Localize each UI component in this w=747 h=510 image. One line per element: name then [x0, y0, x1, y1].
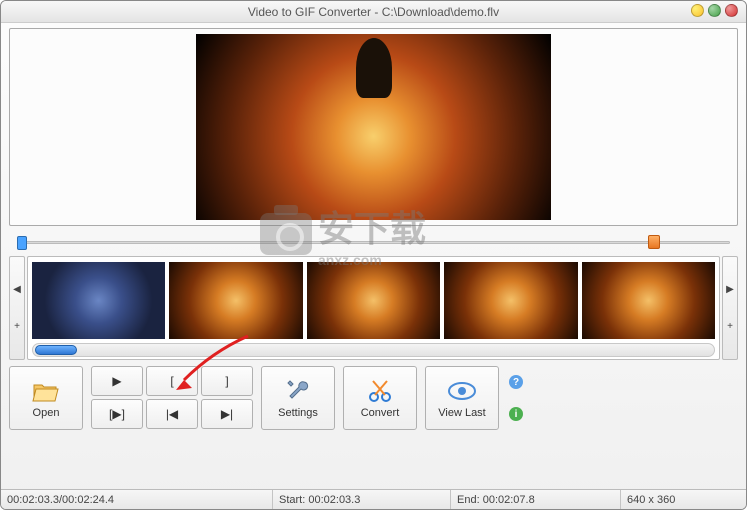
statusbar: 00:02:03.3/00:02:24.4 Start: 00:02:03.3 … [1, 489, 746, 509]
playback-controls: ▶ [ ] [▶] |◀ ▶| [91, 366, 253, 430]
convert-button[interactable]: Convert [343, 366, 417, 430]
chevron-right-icon: ▶ [726, 284, 734, 295]
help-button[interactable]: ? [509, 375, 523, 389]
window-title: Video to GIF Converter - C:\Download\dem… [248, 5, 499, 19]
thumbnail-2[interactable] [169, 262, 302, 339]
folder-open-icon [31, 377, 61, 405]
open-label: Open [33, 407, 60, 419]
info-button[interactable]: i [509, 407, 523, 421]
video-frame[interactable] [196, 34, 551, 220]
filmstrip [27, 256, 720, 360]
open-button[interactable]: Open [9, 366, 83, 430]
status-end: End: 00:02:07.8 [451, 490, 621, 509]
status-dimensions: 640 x 360 [621, 490, 746, 509]
content-area: ◀ + ▶ + [1, 23, 746, 489]
chevron-left-icon: ◀ [13, 284, 21, 295]
play-button[interactable]: ▶ [91, 366, 143, 396]
filmstrip-area: ◀ + ▶ + [9, 256, 738, 360]
timeline-slider[interactable] [13, 232, 734, 252]
thumbnail-4[interactable] [444, 262, 577, 339]
window-controls [691, 4, 738, 17]
slider-start-handle[interactable] [17, 236, 27, 250]
titlebar: Video to GIF Converter - C:\Download\dem… [1, 1, 746, 23]
thumbnail-3[interactable] [307, 262, 440, 339]
settings-label: Settings [278, 407, 318, 419]
plus-icon: + [727, 321, 733, 332]
filmstrip-next-button[interactable]: ▶ + [722, 256, 738, 360]
tools-icon [283, 377, 313, 405]
convert-label: Convert [361, 407, 400, 419]
prev-frame-button[interactable]: |◀ [146, 399, 198, 429]
play-range-button[interactable]: [▶] [91, 399, 143, 429]
maximize-button[interactable] [708, 4, 721, 17]
mark-out-button[interactable]: ] [201, 366, 253, 396]
close-button[interactable] [725, 4, 738, 17]
minimize-button[interactable] [691, 4, 704, 17]
filmstrip-prev-button[interactable]: ◀ + [9, 256, 25, 360]
settings-button[interactable]: Settings [261, 366, 335, 430]
status-range: 00:02:03.3/00:02:24.4 [1, 490, 273, 509]
filmstrip-scrollbar[interactable] [32, 343, 715, 357]
mark-in-button[interactable]: [ [146, 366, 198, 396]
slider-track [17, 241, 730, 244]
video-preview-panel [9, 28, 738, 226]
main-toolbar: Open ▶ [ ] [▶] |◀ ▶| Settings Con [9, 366, 738, 430]
plus-icon: + [14, 321, 20, 332]
thumbnail-1[interactable] [32, 262, 165, 339]
view-last-button[interactable]: View Last [425, 366, 499, 430]
status-start: Start: 00:02:03.3 [273, 490, 451, 509]
video-content-figure [356, 38, 392, 98]
app-window: Video to GIF Converter - C:\Download\dem… [0, 0, 747, 510]
view-last-label: View Last [438, 407, 486, 419]
scissors-icon [365, 377, 395, 405]
thumbnail-5[interactable] [582, 262, 715, 339]
scrollbar-thumb[interactable] [35, 345, 77, 355]
slider-end-handle[interactable] [648, 235, 660, 249]
next-frame-button[interactable]: ▶| [201, 399, 253, 429]
help-column: ? i [507, 366, 525, 430]
thumbnail-row [32, 262, 715, 339]
eye-icon [447, 377, 477, 405]
